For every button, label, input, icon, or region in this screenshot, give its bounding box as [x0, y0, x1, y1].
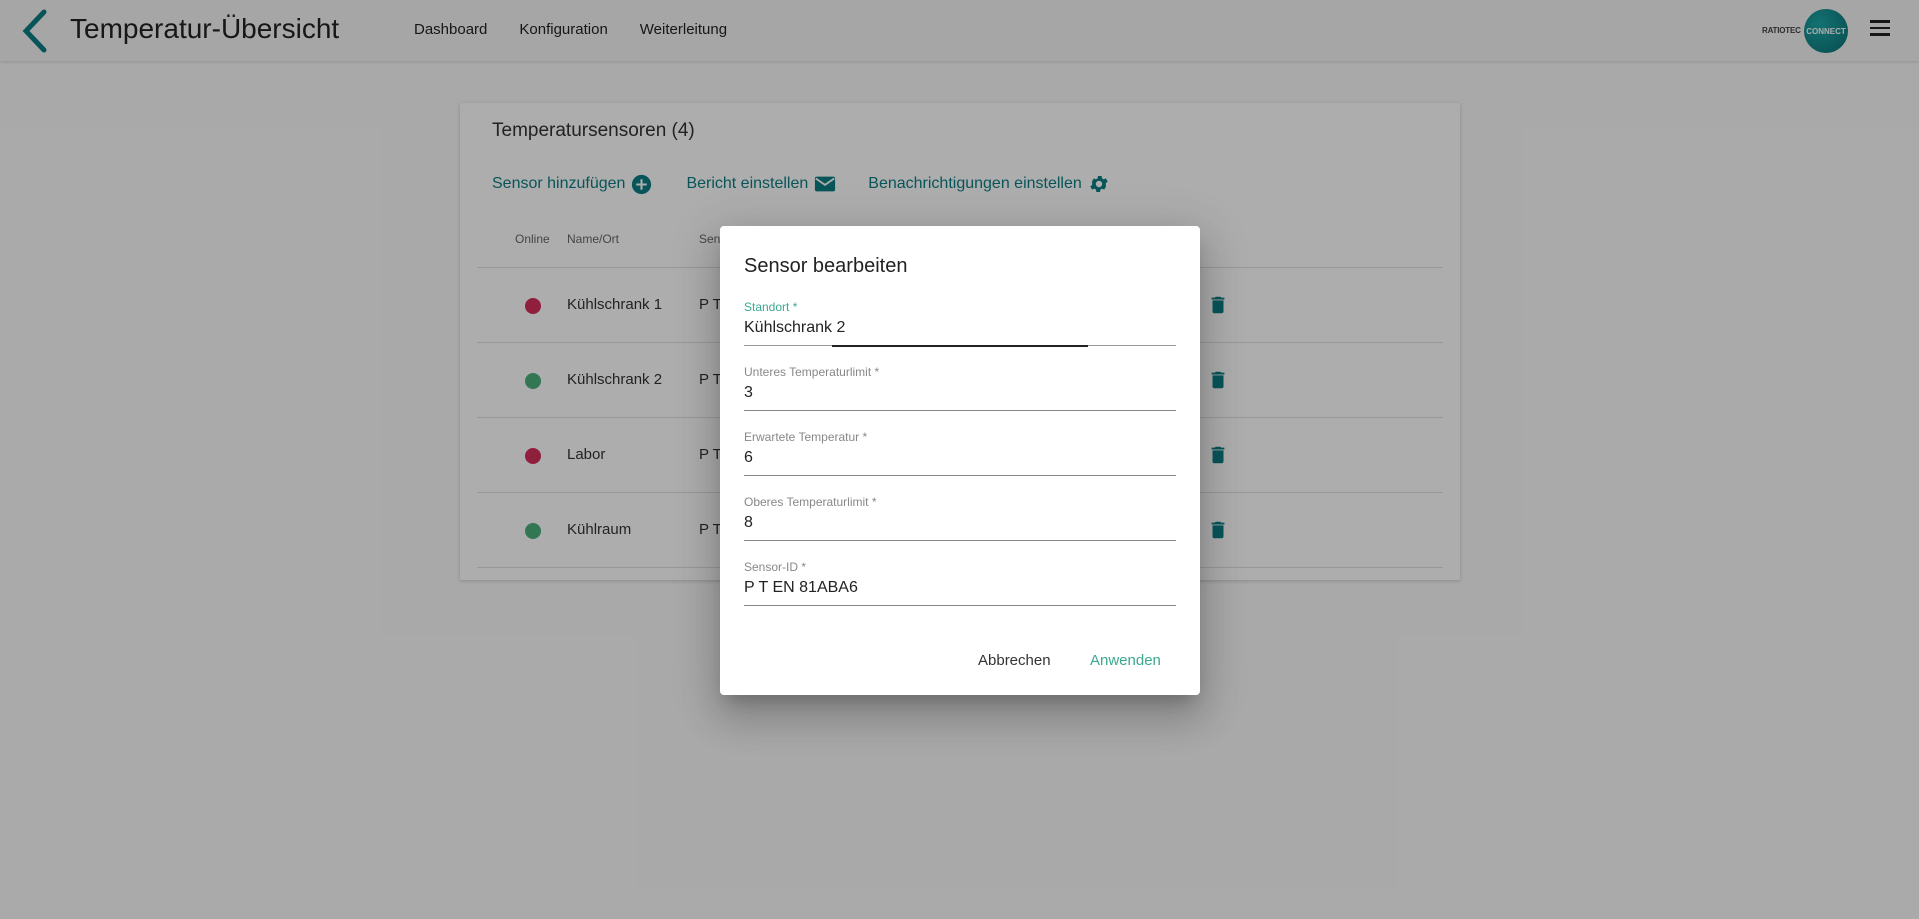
dialog-title: Sensor bearbeiten — [744, 255, 908, 277]
sensor-id-underline — [744, 605, 1176, 606]
lower-limit-input[interactable] — [744, 379, 1176, 407]
lower-limit-label: Unteres Temperaturlimit * — [744, 365, 880, 379]
expected-temp-field: Erwartete Temperatur * — [744, 430, 1176, 478]
location-input[interactable] — [744, 314, 1176, 342]
sensor-id-label: Sensor-ID * — [744, 560, 807, 574]
sensor-id-field: Sensor-ID * — [744, 560, 1176, 608]
lower-limit-underline — [744, 410, 1176, 411]
expected-temp-input[interactable] — [744, 444, 1176, 472]
location-field: Standort * — [744, 300, 1176, 348]
apply-button[interactable]: Anwenden — [1090, 652, 1161, 669]
cancel-button[interactable]: Abbrechen — [978, 652, 1051, 669]
expected-temp-underline — [744, 475, 1176, 476]
upper-limit-field: Oberes Temperaturlimit * — [744, 495, 1176, 543]
lower-limit-field: Unteres Temperaturlimit * — [744, 365, 1176, 413]
location-label: Standort * — [744, 300, 798, 314]
sensor-id-input[interactable] — [744, 574, 1176, 602]
expected-temp-label: Erwartete Temperatur * — [744, 430, 868, 444]
location-underline — [744, 345, 1176, 347]
upper-limit-underline — [744, 540, 1176, 541]
upper-limit-input[interactable] — [744, 509, 1176, 537]
edit-sensor-dialog: Sensor bearbeiten Standort * Unteres Tem… — [720, 226, 1200, 695]
upper-limit-label: Oberes Temperaturlimit * — [744, 495, 877, 509]
